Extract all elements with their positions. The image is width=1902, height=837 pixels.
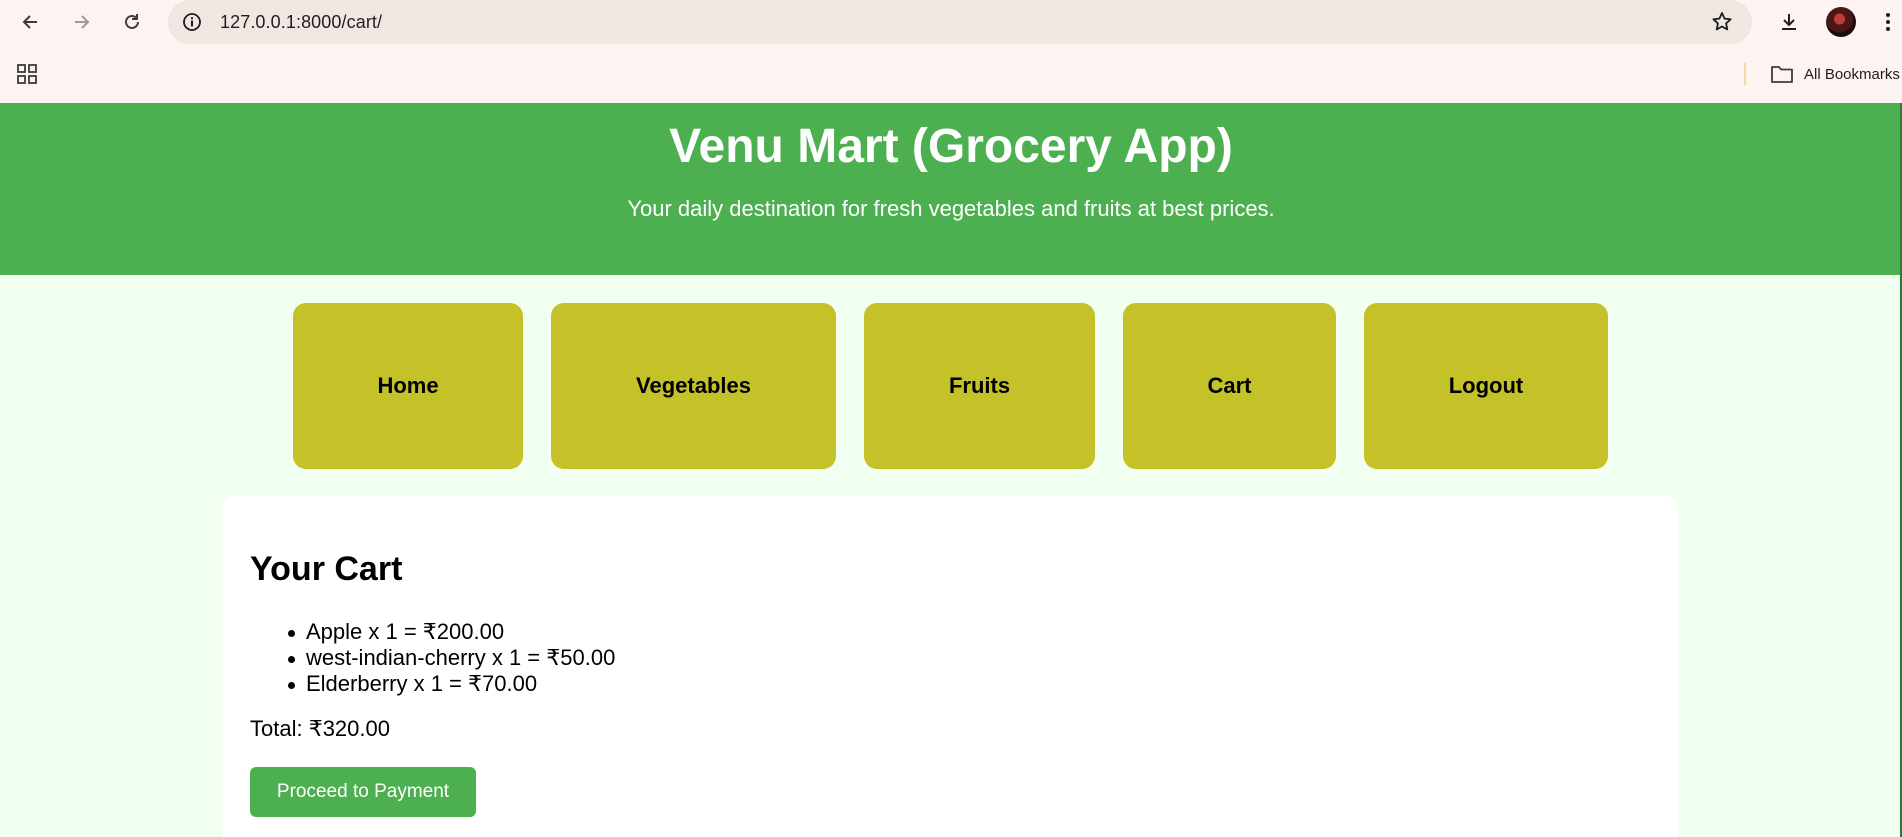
nav-cart[interactable]: Cart (1123, 303, 1336, 469)
cart-total: Total: ₹320.00 (250, 716, 390, 741)
reload-icon (125, 14, 139, 29)
cart-item: Elderberry x 1 = ₹70.00 (250, 671, 615, 697)
download-button[interactable] (1775, 8, 1803, 36)
site-info-icon[interactable] (182, 12, 202, 32)
reload-button[interactable] (118, 8, 146, 36)
proceed-to-payment-button[interactable]: Proceed to Payment (250, 767, 476, 817)
apps-grid-icon[interactable] (16, 63, 38, 85)
cart-heading: Your Cart (250, 550, 403, 588)
bookmark-star-icon[interactable] (1710, 10, 1734, 34)
nav-logout[interactable]: Logout (1364, 303, 1608, 469)
site-title: Venu Mart (Grocery App) (669, 120, 1233, 173)
kebab-menu-icon (1886, 13, 1890, 31)
profile-avatar[interactable] (1826, 7, 1856, 37)
all-bookmarks-link[interactable]: All Bookmarks (1804, 66, 1900, 83)
browser-toolbar: 127.0.0.1:8000/cart/ (0, 0, 1902, 44)
site-header: Venu Mart (Grocery App) Your daily desti… (0, 103, 1902, 275)
cart-item: Apple x 1 = ₹200.00 (250, 619, 615, 645)
cart-item: west-indian-cherry x 1 = ₹50.00 (250, 645, 615, 671)
cart-items-list: Apple x 1 = ₹200.00 west-indian-cherry x… (250, 619, 615, 697)
browser-menu-button[interactable] (1874, 8, 1902, 36)
forward-button[interactable] (67, 8, 95, 36)
url-text[interactable]: 127.0.0.1:8000/cart/ (220, 12, 382, 33)
back-button[interactable] (17, 8, 45, 36)
folder-icon[interactable] (1770, 63, 1794, 85)
bookmarks-bar: All Bookmarks (0, 44, 1902, 103)
download-icon (1782, 14, 1796, 30)
forward-arrow-icon (75, 15, 90, 29)
bookmarks-divider (1744, 63, 1746, 85)
main-nav: Home Vegetables Fruits Cart Logout (0, 303, 1902, 469)
cart-panel: Your Cart Apple x 1 = ₹200.00 west-india… (222, 496, 1678, 837)
back-arrow-icon (22, 15, 37, 29)
nav-vegetables[interactable]: Vegetables (551, 303, 836, 469)
nav-fruits[interactable]: Fruits (864, 303, 1095, 469)
site-subtitle: Your daily destination for fresh vegetab… (627, 196, 1275, 221)
nav-home[interactable]: Home (293, 303, 523, 469)
address-bar[interactable]: 127.0.0.1:8000/cart/ (168, 0, 1752, 44)
